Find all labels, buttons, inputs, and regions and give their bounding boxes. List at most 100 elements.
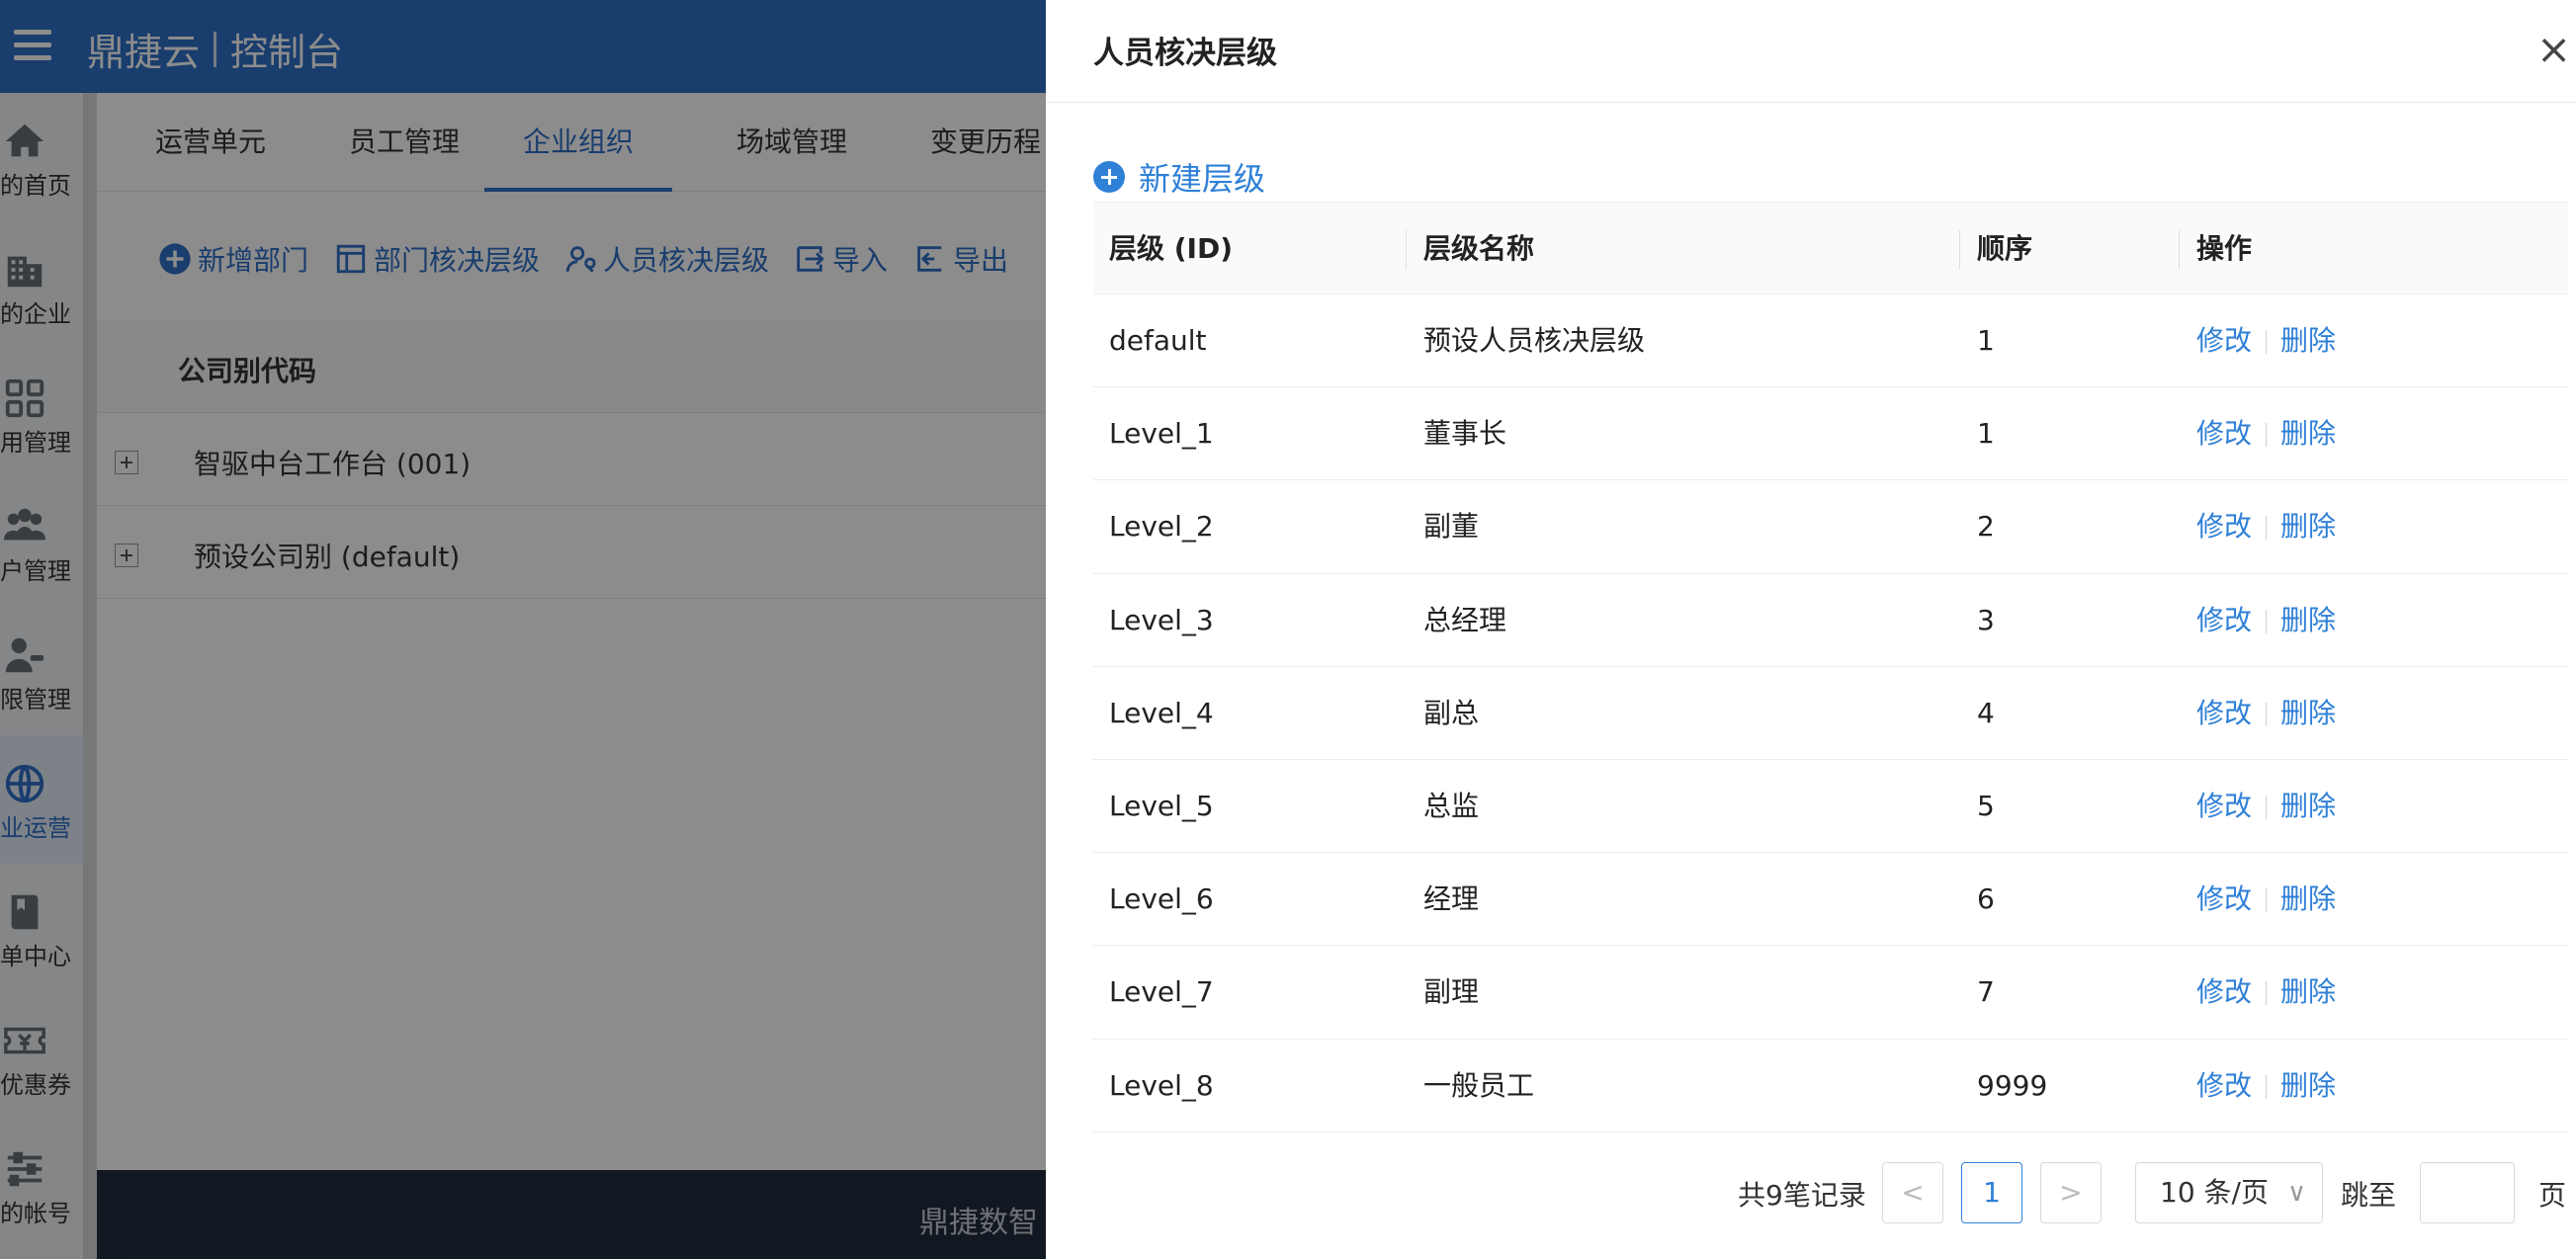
plus-circle-icon [1093, 161, 1125, 193]
level-id: Level_1 [1109, 417, 1214, 451]
column-divider [1406, 230, 1407, 270]
create-level-button[interactable]: 新建层级 [1093, 154, 1265, 200]
level-id: Level_7 [1109, 975, 1214, 1009]
level-order: 2 [1977, 510, 1995, 544]
level-id: default [1109, 324, 1207, 357]
action-divider [2266, 330, 2268, 354]
level-name: 副理 [1423, 975, 1480, 1009]
level-name: 总监 [1423, 789, 1480, 822]
close-icon[interactable]: × [2536, 26, 2576, 73]
jump-label: 跳至 [2341, 1179, 2397, 1212]
page-1-button[interactable]: 1 [1961, 1162, 2022, 1223]
action-divider [2266, 702, 2268, 726]
table-row: Level_5 总监 5 修改 删除 [1093, 760, 2568, 854]
action-divider [2266, 423, 2268, 448]
level-order: 1 [1977, 417, 1995, 451]
level-order: 4 [1977, 696, 1995, 729]
edit-button[interactable]: 修改 [2196, 882, 2252, 915]
action-divider [2266, 516, 2268, 541]
next-page-button[interactable]: > [2040, 1162, 2102, 1223]
column-header-order: 顺序 [1977, 232, 2033, 265]
edit-button[interactable]: 修改 [2196, 324, 2252, 357]
level-name: 经理 [1423, 882, 1480, 916]
delete-button[interactable]: 删除 [2280, 882, 2336, 915]
delete-button[interactable]: 删除 [2280, 975, 2336, 1008]
delete-button[interactable]: 删除 [2280, 510, 2336, 543]
create-level-label: 新建层级 [1139, 160, 1266, 198]
delete-button[interactable]: 删除 [2280, 604, 2336, 636]
jump-page-input[interactable] [2420, 1162, 2515, 1223]
edit-button[interactable]: 修改 [2196, 604, 2252, 636]
prev-page-button[interactable]: < [1882, 1162, 1943, 1223]
level-id: Level_2 [1109, 510, 1214, 544]
delete-button[interactable]: 删除 [2280, 790, 2336, 822]
column-header-id: 层级 (ID) [1109, 232, 1234, 265]
edit-button[interactable]: 修改 [2196, 790, 2252, 822]
level-id: Level_4 [1109, 696, 1214, 729]
action-divider [2266, 795, 2268, 819]
level-drawer: 人员核决层级 × 新建层级 层级 (ID) 层级名称 顺序 操作 default… [1046, 0, 2576, 1259]
table-row: Level_8 一般员工 9999 修改 删除 [1093, 1040, 2568, 1133]
level-name: 副总 [1423, 696, 1480, 729]
table-row: Level_6 经理 6 修改 删除 [1093, 853, 2568, 947]
row-actions: 修改 删除 [2196, 387, 2336, 480]
action-divider [2266, 981, 2268, 1006]
table-row: Level_3 总经理 3 修改 删除 [1093, 574, 2568, 667]
action-divider [2266, 1074, 2268, 1099]
table-row: Level_2 副董 2 修改 删除 [1093, 480, 2568, 574]
delete-button[interactable]: 删除 [2280, 324, 2336, 357]
level-name: 总经理 [1423, 603, 1507, 636]
level-order: 9999 [1977, 1068, 2048, 1102]
column-header-name: 层级名称 [1423, 232, 1535, 265]
level-name: 副董 [1423, 510, 1480, 544]
table-row: Level_7 副理 7 修改 删除 [1093, 946, 2568, 1040]
delete-button[interactable]: 删除 [2280, 1069, 2336, 1102]
row-actions: 修改 删除 [2196, 574, 2336, 667]
edit-button[interactable]: 修改 [2196, 1069, 2252, 1102]
row-actions: 修改 删除 [2196, 946, 2336, 1039]
level-id: Level_8 [1109, 1068, 1214, 1102]
table-header: 层级 (ID) 层级名称 顺序 操作 [1093, 202, 2568, 294]
row-actions: 修改 删除 [2196, 294, 2336, 387]
level-order: 7 [1977, 975, 1995, 1009]
column-divider [2179, 230, 2180, 270]
column-divider [1959, 230, 1960, 270]
level-name: 一般员工 [1423, 1068, 1535, 1102]
table-row: Level_4 副总 4 修改 删除 [1093, 667, 2568, 760]
table-row: default 预设人员核决层级 1 修改 删除 [1093, 294, 2568, 388]
row-actions: 修改 删除 [2196, 480, 2336, 573]
column-header-actions: 操作 [2196, 232, 2253, 265]
edit-button[interactable]: 修改 [2196, 697, 2252, 729]
delete-button[interactable]: 删除 [2280, 697, 2336, 729]
table-body: default 预设人员核决层级 1 修改 删除 Level_1 董事长 1 修改 删除 Level… [1093, 294, 2568, 1133]
chevron-down-icon: ∨ [2286, 1178, 2306, 1208]
edit-button[interactable]: 修改 [2196, 510, 2252, 543]
level-order: 1 [1977, 324, 1995, 357]
action-divider [2266, 609, 2268, 633]
edit-button[interactable]: 修改 [2196, 975, 2252, 1008]
drawer-title: 人员核决层级 [1093, 36, 1277, 71]
row-actions: 修改 删除 [2196, 760, 2336, 853]
level-id: Level_3 [1109, 603, 1214, 636]
level-order: 6 [1977, 882, 1995, 916]
page-size-select[interactable]: 10 条/页 ∨ [2135, 1162, 2323, 1223]
level-table: 层级 (ID) 层级名称 顺序 操作 default 预设人员核决层级 1 修改 删除 L… [1093, 202, 2568, 1133]
row-actions: 修改 删除 [2196, 1040, 2336, 1133]
edit-button[interactable]: 修改 [2196, 417, 2252, 450]
drawer-header: 人员核决层级 × [1046, 0, 2576, 103]
table-row: Level_1 董事长 1 修改 删除 [1093, 387, 2568, 481]
level-name: 董事长 [1423, 417, 1507, 451]
level-order: 5 [1977, 789, 1995, 822]
level-name: 预设人员核决层级 [1423, 324, 1646, 357]
row-actions: 修改 删除 [2196, 853, 2336, 946]
level-order: 3 [1977, 603, 1995, 636]
delete-button[interactable]: 删除 [2280, 417, 2336, 450]
action-divider [2266, 888, 2268, 913]
row-actions: 修改 删除 [2196, 667, 2336, 760]
pagination: 共9笔记录 < 1 > 10 条/页 ∨ 跳至 页 [1046, 1162, 2576, 1225]
page-unit-label: 页 [2538, 1179, 2567, 1212]
level-id: Level_5 [1109, 789, 1214, 822]
page-size-value: 10 条/页 [2160, 1176, 2269, 1209]
total-records: 共9笔记录 [1738, 1179, 1866, 1212]
level-id: Level_6 [1109, 882, 1214, 916]
